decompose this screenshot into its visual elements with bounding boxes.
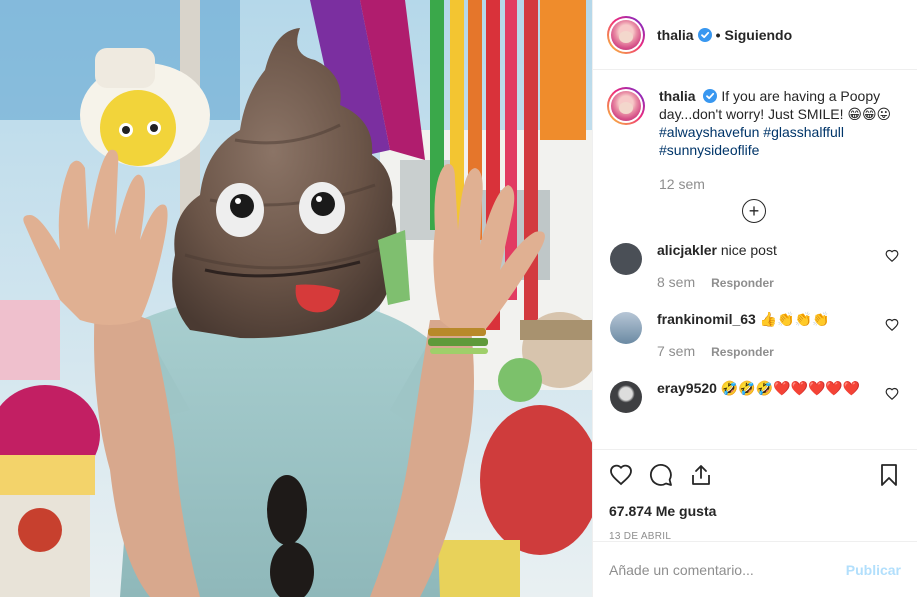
- commenter-avatar[interactable]: [610, 243, 642, 275]
- publish-button[interactable]: Publicar: [846, 562, 901, 578]
- post-actions: 67.874 Me gusta 13 de abril: [593, 449, 917, 542]
- author-username[interactable]: thalia: [657, 27, 694, 43]
- reply-button[interactable]: Responder: [711, 345, 774, 359]
- comment-item: alicjakler nice post 8 sem Responder: [607, 241, 901, 292]
- comments-list[interactable]: thalia If you are having a Poopy day...d…: [593, 71, 917, 448]
- share-icon[interactable]: [689, 463, 713, 487]
- comment-text: nice post: [720, 242, 777, 258]
- comment-time[interactable]: 8 sem: [657, 274, 695, 290]
- follow-button[interactable]: Siguiendo: [724, 27, 792, 43]
- comment-username[interactable]: alicjakler: [657, 242, 717, 258]
- caption-username[interactable]: thalia: [659, 88, 696, 104]
- comment-text: 👍👏👏👏: [759, 311, 830, 327]
- bookmark-icon[interactable]: [877, 463, 901, 487]
- likes-count[interactable]: 67.874 Me gusta: [609, 503, 901, 519]
- post-photo[interactable]: [0, 0, 592, 597]
- comment-like-icon[interactable]: [885, 318, 899, 332]
- commenter-avatar[interactable]: [610, 312, 642, 344]
- hashtag-link[interactable]: #sunnysideoflife: [659, 142, 759, 158]
- comment-time[interactable]: 7 sem: [657, 343, 695, 359]
- verified-icon: [697, 27, 712, 42]
- comment-username[interactable]: frankinomil_63: [657, 311, 756, 327]
- commenter-avatar[interactable]: [610, 381, 642, 413]
- plus-circle-icon: +: [748, 201, 760, 221]
- reply-button[interactable]: Responder: [711, 276, 774, 290]
- post-details-panel: thalia • Siguiendo thalia If you are hav…: [592, 0, 917, 597]
- comment-text: 🤣🤣🤣❤️❤️❤️❤️❤️: [720, 380, 861, 396]
- heart-icon[interactable]: [609, 463, 633, 487]
- load-more-comments-button[interactable]: +: [742, 199, 766, 223]
- hashtag-link[interactable]: #alwayshavefun: [659, 124, 759, 140]
- comment-username[interactable]: eray9520: [657, 380, 717, 396]
- add-comment-bar: Publicar: [593, 541, 917, 597]
- comment-item: eray9520 🤣🤣🤣❤️❤️❤️❤️❤️: [607, 379, 901, 413]
- comment-input[interactable]: [609, 561, 846, 578]
- post-image: [0, 0, 592, 597]
- comment-item: frankinomil_63 👍👏👏👏 7 sem Responder: [607, 310, 901, 361]
- caption-time[interactable]: 12 sem: [659, 175, 901, 193]
- author-avatar[interactable]: [607, 15, 645, 54]
- post-caption: thalia If you are having a Poopy day...d…: [607, 87, 901, 193]
- comment-icon[interactable]: [649, 463, 673, 487]
- post-header: thalia • Siguiendo: [593, 0, 917, 70]
- comment-like-icon[interactable]: [885, 387, 899, 401]
- header-separator: •: [715, 26, 721, 43]
- verified-icon: [703, 89, 718, 103]
- comment-like-icon[interactable]: [885, 249, 899, 263]
- hashtag-link[interactable]: #glasshalffull: [763, 124, 844, 140]
- caption-avatar[interactable]: [607, 87, 645, 125]
